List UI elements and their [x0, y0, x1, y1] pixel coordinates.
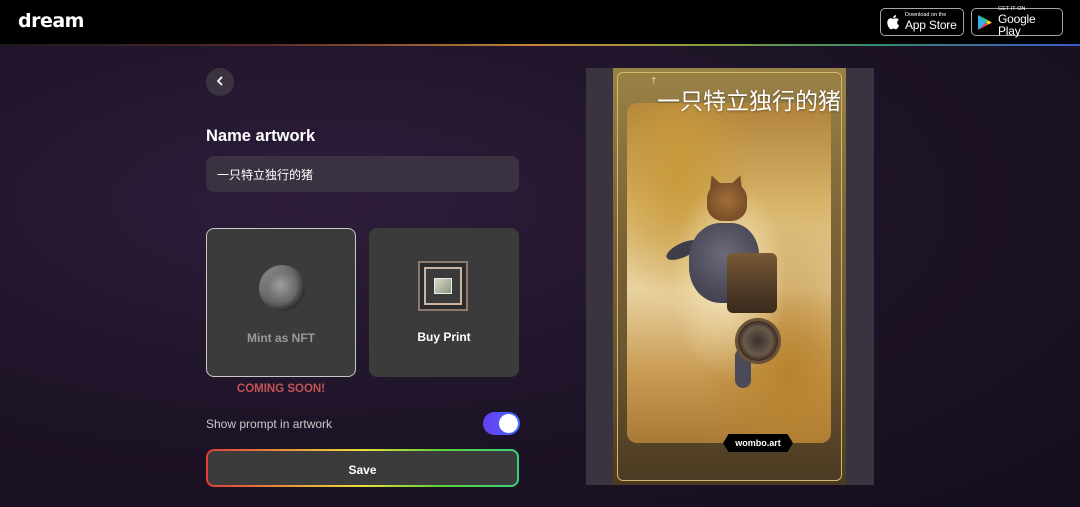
name-artwork-title: Name artwork [206, 127, 316, 145]
toggle-knob [499, 414, 518, 433]
google-play-badge[interactable]: GET IT ON Google Play [971, 6, 1063, 39]
apple-icon [886, 14, 900, 30]
mint-nft-option[interactable]: Mint as NFT [206, 228, 356, 377]
top-header: dream Download on the App Store GET IT O… [0, 0, 1080, 45]
show-prompt-toggle[interactable] [483, 412, 520, 435]
google-play-label: Google Play [998, 12, 1036, 39]
nft-coin-icon [259, 265, 305, 311]
buy-print-option[interactable]: Buy Print [369, 228, 519, 377]
header-gradient-rule [0, 44, 1080, 46]
buy-print-label: Buy Print [417, 330, 471, 344]
dream-logo[interactable]: dream [18, 10, 84, 32]
app-store-label: App Store [905, 18, 957, 33]
artwork-name-input[interactable] [206, 156, 519, 192]
artwork-card: † 一只特立独行的猪 wombo.art W [613, 68, 846, 485]
artwork-title-text: 一只特立独行的猪 [657, 89, 841, 115]
back-button[interactable] [206, 68, 234, 96]
artwork-image [627, 103, 831, 443]
app-store-badge[interactable]: Download on the App Store [880, 8, 964, 36]
mint-nft-label: Mint as NFT [247, 331, 315, 345]
show-prompt-label: Show prompt in artwork [206, 417, 333, 431]
artwork-preview-panel: † 一只特立独行的猪 wombo.art W [586, 68, 874, 485]
coming-soon-badge: COMING SOON! [236, 383, 326, 395]
google-play-icon [977, 14, 993, 31]
wombo-art-tag: wombo.art [723, 434, 793, 452]
save-button[interactable]: Save [206, 449, 519, 487]
artwork-cross-mark: † [651, 76, 657, 87]
chevron-left-icon [215, 73, 225, 91]
framed-print-icon [418, 261, 468, 311]
